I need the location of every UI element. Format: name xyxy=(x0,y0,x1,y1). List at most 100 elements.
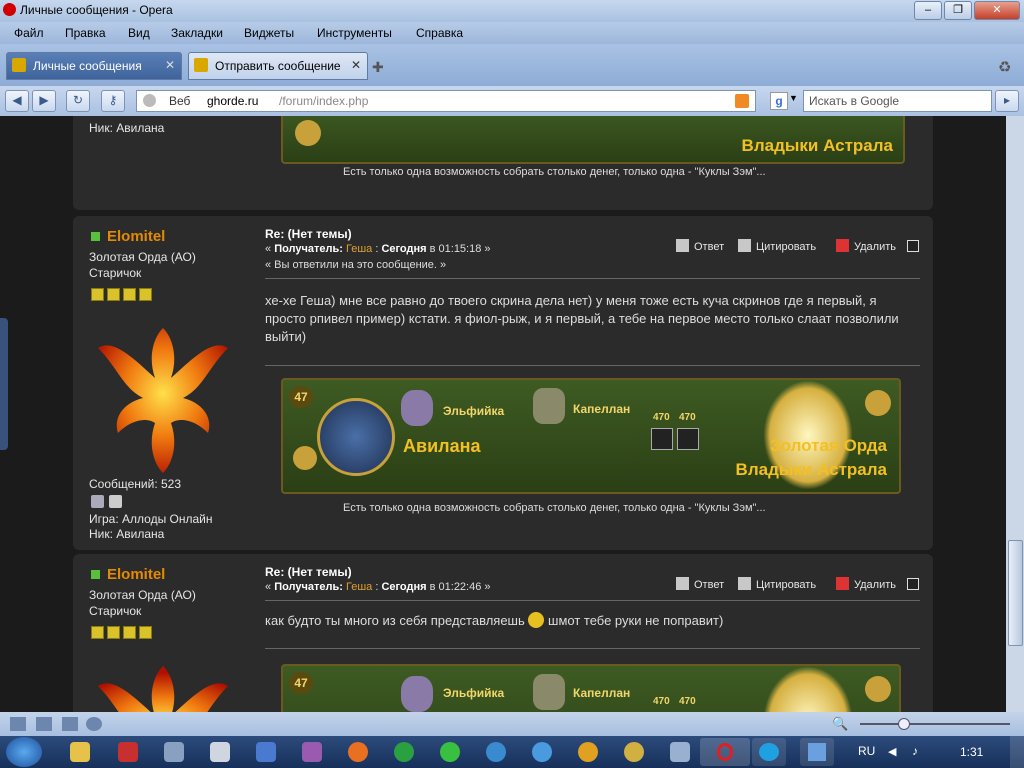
banner-level: 47 xyxy=(289,386,313,408)
rank-star-icon xyxy=(139,288,152,301)
online-status-icon xyxy=(91,232,100,241)
recipient-link[interactable]: Геша xyxy=(346,243,372,255)
chevron-down-icon[interactable]: ▼ xyxy=(789,93,798,103)
wand-key-icon[interactable]: ⚷ xyxy=(101,90,125,112)
menu-widgets[interactable]: Виджеты xyxy=(244,26,294,40)
side-panel-toggle[interactable] xyxy=(0,318,8,450)
tab-private-messages[interactable]: Личные сообщения ✕ xyxy=(6,52,182,80)
app-icon[interactable] xyxy=(578,742,598,762)
menu-help[interactable]: Справка xyxy=(416,26,463,40)
scrollbar-thumb[interactable] xyxy=(1008,540,1023,646)
close-button[interactable]: ✕ xyxy=(974,1,1020,20)
reply-button[interactable]: Ответ xyxy=(676,577,724,591)
web-label: Веб xyxy=(169,94,191,108)
winrar-icon[interactable] xyxy=(302,742,322,762)
menu-file[interactable]: Файл xyxy=(14,26,44,40)
taskbar-opera[interactable] xyxy=(700,738,750,766)
reply-icon xyxy=(676,577,689,590)
race-crest-icon xyxy=(401,390,433,426)
globe-icon xyxy=(143,94,156,107)
search-go-icon[interactable]: ▸ xyxy=(995,90,1019,112)
taskbar-skype[interactable] xyxy=(752,738,786,766)
reply-button[interactable]: Ответ xyxy=(676,239,724,253)
banner-class: Капеллан xyxy=(573,402,631,416)
app-icon[interactable] xyxy=(486,742,506,762)
site-favicon-icon xyxy=(12,58,26,72)
url-field[interactable]: Веб ghorde.ru /forum/index.php xyxy=(136,90,756,112)
banner-stat: 470 xyxy=(679,412,696,423)
sync-icon[interactable] xyxy=(36,717,52,731)
zoom-slider[interactable] xyxy=(860,723,1010,725)
google-icon[interactable]: g xyxy=(770,92,788,110)
username-link[interactable]: Elomitel xyxy=(107,228,165,245)
unite-icon[interactable] xyxy=(62,717,78,731)
start-button[interactable] xyxy=(6,737,42,767)
utorrent-icon[interactable] xyxy=(394,742,414,762)
tab-close-icon[interactable]: ✕ xyxy=(165,58,175,72)
rss-icon[interactable] xyxy=(735,94,749,108)
turbo-icon[interactable] xyxy=(86,717,102,731)
explorer-icon[interactable] xyxy=(70,742,90,762)
minimize-button[interactable]: – xyxy=(914,1,942,20)
user-nick: Ник: Авилана xyxy=(89,527,165,541)
tab-send-message[interactable]: Отправить сообщение ✕ xyxy=(188,52,368,80)
panel-toggle-icon[interactable] xyxy=(10,717,26,731)
icq-icon[interactable] xyxy=(440,742,460,762)
message-count: Сообщений: 523 xyxy=(89,477,182,491)
menu-bookmarks[interactable]: Закладки xyxy=(171,26,223,40)
menu-view[interactable]: Вид xyxy=(128,26,150,40)
app-icon[interactable] xyxy=(118,742,138,762)
quote-button[interactable]: Цитировать xyxy=(738,577,816,591)
vertical-scrollbar[interactable] xyxy=(1006,116,1024,712)
grin-smiley-icon xyxy=(528,612,545,628)
zoom-slider-handle[interactable] xyxy=(898,718,910,730)
app-icon[interactable] xyxy=(210,742,230,762)
language-indicator[interactable]: RU xyxy=(858,744,875,758)
replied-note: « Вы ответили на это сообщение. » xyxy=(265,259,447,271)
new-tab-icon[interactable]: ✚ xyxy=(372,59,384,76)
post-subject[interactable]: Re: (Нет темы) xyxy=(265,227,352,241)
delete-label: Удалить xyxy=(854,241,896,253)
skype-icon xyxy=(759,743,779,761)
post-subject[interactable]: Re: (Нет темы) xyxy=(265,565,352,579)
search-input[interactable]: Искать в Google xyxy=(803,90,992,112)
reload-icon[interactable]: ↻ xyxy=(66,90,90,112)
tab-close-icon[interactable]: ✕ xyxy=(351,58,361,72)
select-checkbox[interactable] xyxy=(907,578,919,590)
username-link[interactable]: Elomitel xyxy=(107,566,165,583)
forward-icon[interactable]: ▶ xyxy=(32,90,56,112)
maximize-button[interactable]: ❐ xyxy=(944,1,972,20)
user-game: Игра: Аллоды Онлайн xyxy=(89,512,213,526)
zoom-icon[interactable]: 🔍 xyxy=(832,716,848,732)
network-icon[interactable] xyxy=(164,742,184,762)
user-guild: Золотая Орда (АО) xyxy=(89,250,196,264)
clock[interactable]: 1:31 xyxy=(960,745,983,759)
menu-edit[interactable]: Правка xyxy=(65,26,106,40)
tray-arrow-icon[interactable]: ◀ xyxy=(888,745,896,758)
app-icon[interactable] xyxy=(532,742,552,762)
menu-tools[interactable]: Инструменты xyxy=(317,26,392,40)
delete-button[interactable]: Удалить xyxy=(836,577,896,591)
tab-bar: Личные сообщения ✕ Отправить сообщение ✕… xyxy=(0,44,1024,86)
back-icon[interactable]: ◀ xyxy=(5,90,29,112)
quote-button[interactable]: Цитировать xyxy=(738,239,816,253)
app-icon[interactable] xyxy=(624,742,644,762)
message-icon[interactable] xyxy=(109,495,122,508)
select-checkbox[interactable] xyxy=(907,240,919,252)
save-icon[interactable] xyxy=(256,742,276,762)
show-desktop-button[interactable] xyxy=(1010,736,1024,768)
app-icon[interactable] xyxy=(348,742,368,762)
reply-label: Ответ xyxy=(694,579,725,591)
divider xyxy=(265,365,920,366)
taskbar-app[interactable] xyxy=(800,738,834,766)
banner-guild: Владыки Астрала xyxy=(741,136,893,155)
app-icon[interactable] xyxy=(670,742,690,762)
banner-guild-2: Владыки Астрала xyxy=(735,460,887,479)
recipient-link[interactable]: Геша xyxy=(346,581,372,593)
volume-icon[interactable]: ♪ xyxy=(912,744,918,758)
banner-name: Авилана xyxy=(403,436,481,456)
profile-icon[interactable] xyxy=(91,495,104,508)
trash-icon[interactable]: ♻ xyxy=(998,58,1011,76)
user-rank: Старичок xyxy=(89,266,142,280)
delete-button[interactable]: Удалить xyxy=(836,239,896,253)
